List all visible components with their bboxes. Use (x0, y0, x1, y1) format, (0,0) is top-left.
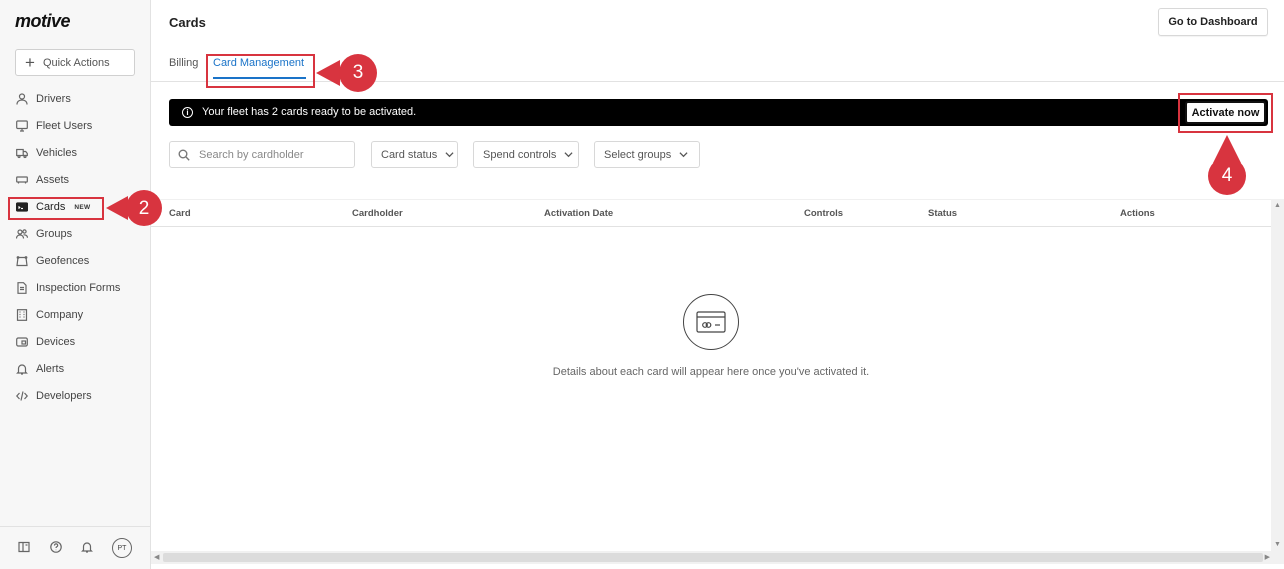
device-icon (16, 337, 28, 347)
table-header: Card Cardholder Activation Date Controls… (151, 199, 1271, 227)
column-actions[interactable]: Actions (1120, 208, 1155, 219)
sidebar-item-label: Geofences (36, 255, 90, 267)
dropdown-label: Card status (381, 148, 438, 161)
sidebar-item-drivers[interactable]: Drivers (16, 89, 71, 109)
sidebar-item-vehicles[interactable]: Vehicles (16, 143, 77, 163)
search-input[interactable] (199, 148, 349, 161)
sidebar-footer: PT (0, 526, 151, 569)
building-icon (16, 309, 28, 321)
chevron-down-icon (564, 152, 573, 158)
monitor-icon (16, 120, 28, 132)
motive-logo[interactable]: motive (15, 11, 71, 32)
activation-banner: i Your fleet has 2 cards ready to be act… (169, 99, 1268, 126)
page-title: Cards (169, 15, 206, 30)
search-input-wrapper (169, 141, 355, 168)
plus-icon: + (25, 53, 35, 72)
sidebar: motive + Quick Actions Drivers Fleet Use… (0, 0, 151, 569)
activate-now-highlight-box (1178, 93, 1273, 133)
sidebar-item-label: Inspection Forms (36, 282, 121, 294)
sidebar-item-inspection-forms[interactable]: Inspection Forms (16, 278, 120, 298)
column-card[interactable]: Card (169, 208, 191, 219)
scroll-down-icon[interactable]: ▼ (1274, 541, 1281, 548)
tab-billing[interactable]: Billing (169, 57, 198, 69)
code-icon (16, 391, 28, 401)
sidebar-item-label: Devices (36, 336, 76, 348)
sidebar-item-label: Fleet Users (36, 120, 93, 132)
chevron-down-icon (445, 152, 454, 158)
sidebar-item-assets[interactable]: Assets (16, 170, 69, 190)
vertical-scrollbar[interactable]: ▲ ▼ (1271, 199, 1284, 551)
sidebar-item-developers[interactable]: Developers (16, 386, 92, 406)
book-icon[interactable] (17, 540, 31, 554)
card-status-dropdown[interactable]: Card status (371, 141, 458, 168)
help-icon[interactable] (49, 540, 63, 554)
callout-4-label: 4 (1221, 165, 1233, 186)
empty-state-card-icon (683, 294, 739, 350)
sidebar-item-geofences[interactable]: Geofences (16, 251, 89, 271)
users-icon (16, 229, 28, 239)
sidebar-item-label: Assets (36, 174, 70, 186)
sidebar-item-company[interactable]: Company (16, 305, 83, 325)
column-cardholder[interactable]: Cardholder (352, 208, 403, 219)
card-management-highlight-box (206, 54, 315, 88)
geofence-icon (16, 256, 28, 267)
user-icon (16, 93, 28, 105)
go-to-dashboard-button[interactable]: Go to Dashboard (1158, 8, 1268, 36)
chevron-down-icon (679, 152, 688, 158)
dropdown-label: Select groups (604, 148, 672, 161)
sidebar-item-label: Vehicles (36, 147, 77, 159)
notification-bell-icon[interactable] (80, 540, 94, 554)
sidebar-item-label: Drivers (36, 93, 71, 105)
sidebar-item-label: Developers (36, 390, 92, 402)
scroll-right-icon[interactable]: ▶ (1265, 553, 1270, 561)
sidebar-item-alerts[interactable]: Alerts (16, 359, 64, 379)
scroll-up-icon[interactable]: ▲ (1274, 202, 1281, 209)
column-controls[interactable]: Controls (804, 208, 843, 219)
sidebar-item-devices[interactable]: Devices (16, 332, 75, 352)
trailer-icon (16, 176, 28, 184)
scrollbar-thumb[interactable] (163, 553, 1263, 562)
callout-2-label: 2 (138, 198, 150, 219)
quick-actions-label: Quick Actions (42, 56, 110, 69)
scroll-left-icon[interactable]: ◀ (154, 553, 159, 561)
truck-icon (16, 148, 28, 159)
avatar[interactable]: PT (112, 538, 132, 558)
quick-actions-button[interactable]: + Quick Actions (15, 49, 135, 76)
info-icon: i (182, 107, 193, 118)
sidebar-item-fleet-users[interactable]: Fleet Users (16, 116, 92, 136)
banner-message: Your fleet has 2 cards ready to be activ… (202, 106, 417, 118)
empty-state-message: Details about each card will appear here… (552, 366, 870, 378)
search-icon (178, 149, 190, 161)
column-activation-date[interactable]: Activation Date (544, 208, 613, 219)
cards-highlight-box (8, 197, 104, 220)
column-status[interactable]: Status (928, 208, 957, 219)
bell-icon (16, 364, 28, 375)
sidebar-item-label: Groups (36, 228, 73, 240)
horizontal-scrollbar[interactable]: ◀ ▶ (151, 551, 1284, 564)
spend-controls-dropdown[interactable]: Spend controls (473, 141, 579, 168)
sidebar-item-label: Company (36, 309, 84, 321)
callout-3-label: 3 (352, 62, 364, 83)
sidebar-item-groups[interactable]: Groups (16, 224, 72, 244)
select-groups-dropdown[interactable]: Select groups (594, 141, 700, 168)
sidebar-item-label: Alerts (36, 363, 65, 375)
document-icon (17, 282, 27, 294)
dropdown-label: Spend controls (483, 148, 557, 161)
